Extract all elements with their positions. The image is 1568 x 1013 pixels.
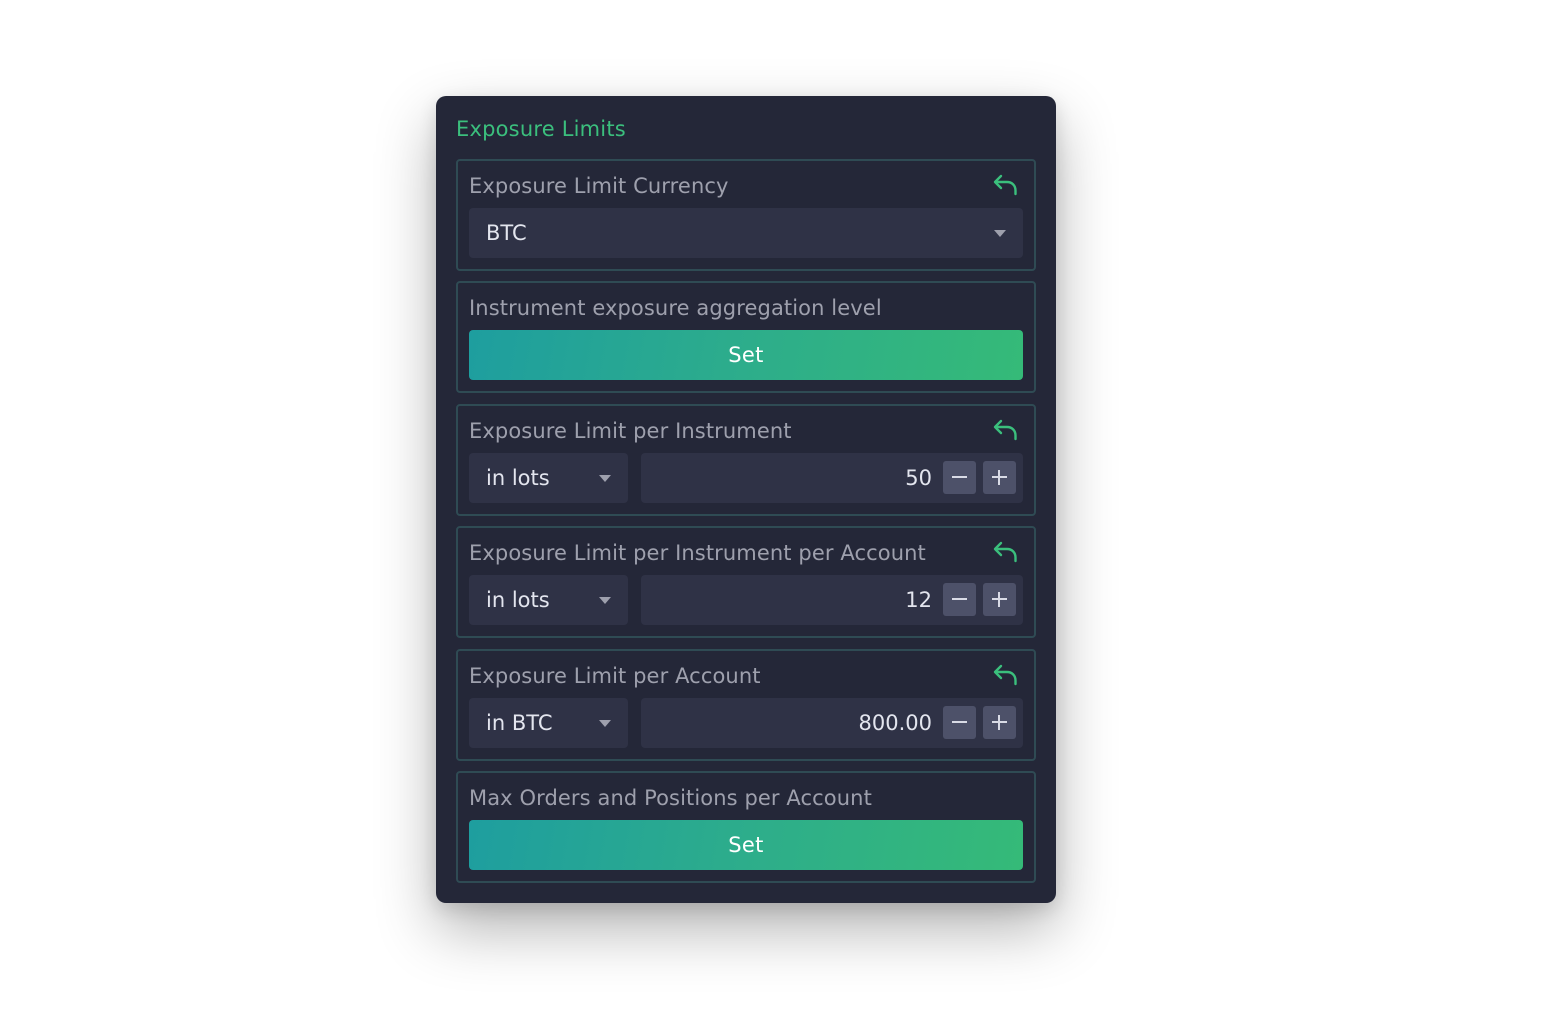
- undo-arrow-icon: [993, 664, 1017, 686]
- per-account-unit-select[interactable]: in BTC: [469, 698, 628, 748]
- minus-icon: [952, 721, 967, 723]
- per-instrument-per-account-number-field: [641, 575, 1023, 625]
- per-instrument-per-account-decrement-button[interactable]: [943, 583, 976, 616]
- minus-icon: [952, 598, 967, 600]
- currency-select[interactable]: BTC: [469, 208, 1023, 258]
- chevron-down-icon: [994, 230, 1006, 237]
- per-instrument-decrement-button[interactable]: [943, 461, 976, 494]
- per-instrument-number-field: [641, 453, 1023, 503]
- chevron-down-icon: [599, 475, 611, 482]
- per-instrument-per-account-unit-select[interactable]: in lots: [469, 575, 628, 625]
- exposure-limit-currency-section: Exposure Limit Currency BTC: [456, 159, 1036, 271]
- chevron-down-icon: [599, 720, 611, 727]
- currency-select-value: BTC: [486, 221, 527, 245]
- max-orders-positions-label: Max Orders and Positions per Account: [469, 786, 872, 810]
- per-instrument-increment-button[interactable]: [983, 461, 1016, 494]
- panel-title: Exposure Limits: [456, 117, 626, 141]
- per-account-number-field: [641, 698, 1023, 748]
- undo-arrow-icon: [993, 419, 1017, 441]
- exposure-limit-per-instrument-section: Exposure Limit per Instrument in lots: [456, 404, 1036, 516]
- per-instrument-label: Exposure Limit per Instrument: [469, 419, 792, 443]
- per-instrument-value-input[interactable]: [651, 453, 932, 503]
- minus-icon: [952, 476, 967, 478]
- exposure-limits-panel: Exposure Limits Exposure Limit Currency …: [436, 96, 1056, 903]
- per-account-unit-value: in BTC: [486, 711, 553, 735]
- reset-per-instrument-per-account-button[interactable]: [992, 540, 1020, 564]
- exposure-limit-per-instrument-per-account-section: Exposure Limit per Instrument per Accoun…: [456, 526, 1036, 638]
- exposure-limit-per-account-section: Exposure Limit per Account in BTC: [456, 649, 1036, 761]
- per-instrument-unit-select[interactable]: in lots: [469, 453, 628, 503]
- per-account-increment-button[interactable]: [983, 706, 1016, 739]
- aggregation-set-button[interactable]: Set: [469, 330, 1023, 380]
- per-account-value-input[interactable]: [651, 698, 932, 748]
- max-orders-positions-section: Max Orders and Positions per Account Set: [456, 771, 1036, 883]
- reset-per-instrument-button[interactable]: [992, 418, 1020, 442]
- aggregation-level-section: Instrument exposure aggregation level Se…: [456, 281, 1036, 393]
- undo-arrow-icon: [993, 174, 1017, 196]
- aggregation-level-label: Instrument exposure aggregation level: [469, 296, 882, 320]
- per-instrument-per-account-unit-value: in lots: [486, 588, 550, 612]
- per-instrument-per-account-increment-button[interactable]: [983, 583, 1016, 616]
- undo-arrow-icon: [993, 541, 1017, 563]
- per-account-label: Exposure Limit per Account: [469, 664, 761, 688]
- per-account-decrement-button[interactable]: [943, 706, 976, 739]
- per-instrument-unit-value: in lots: [486, 466, 550, 490]
- per-instrument-per-account-value-input[interactable]: [651, 575, 932, 625]
- reset-per-account-button[interactable]: [992, 663, 1020, 687]
- max-orders-set-button[interactable]: Set: [469, 820, 1023, 870]
- per-instrument-per-account-label: Exposure Limit per Instrument per Accoun…: [469, 541, 926, 565]
- chevron-down-icon: [599, 597, 611, 604]
- reset-currency-button[interactable]: [992, 173, 1020, 197]
- exposure-limit-currency-label: Exposure Limit Currency: [469, 174, 729, 198]
